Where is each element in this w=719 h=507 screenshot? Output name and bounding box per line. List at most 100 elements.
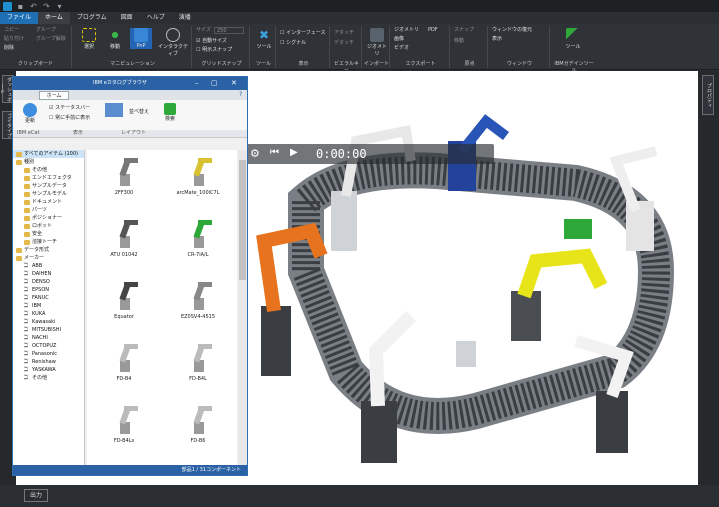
catalog-item[interactable]: EZ0SV4-4515 [163,276,233,336]
vertical-scrollbar[interactable] [238,150,247,465]
settings-icon[interactable]: ⚙ [250,147,260,160]
tree-item[interactable]: サンプルモデル [13,190,84,198]
attach-button[interactable]: アタッチ [334,30,354,37]
tree-item[interactable]: その他 [13,166,84,174]
export-video-button[interactable]: ビデオ [394,45,409,52]
browser-title: IBM eカタログブラウザ [93,80,147,86]
catalog-item[interactable]: FD-B4L [163,338,233,398]
tree-item[interactable]: すべてのアイテム (100) [13,150,84,158]
origin-snap-button[interactable]: スナップ [454,27,474,34]
tree-item[interactable]: 溶接トーチ [13,238,84,246]
tree-item[interactable]: ℶ ABB [13,262,84,270]
menu-drawing[interactable]: 図面 [114,12,140,24]
tree-item[interactable]: サンプルデータ [13,182,84,190]
import-geometry-button[interactable]: ジオメトリ [366,28,388,57]
auto-size-checkbox[interactable]: ☑ 自動サイズ [196,38,227,45]
help-icon[interactable]: ? [239,91,242,98]
show-window-button[interactable]: 表示 [492,36,502,43]
tree-item[interactable]: ドキュメント [13,198,84,206]
pnp-button[interactable]: PnP [130,28,152,49]
tree-item[interactable]: ℶ FANUC [13,294,84,302]
menu-program[interactable]: プログラム [70,12,114,24]
catalog-item[interactable]: ATU 01042 [89,214,159,274]
catalog-item[interactable]: arcMate_100iC7L [163,152,233,212]
explicit-snap-checkbox[interactable]: ☐ 明示スナップ [196,47,232,54]
paste-button[interactable]: 貼り付け [4,36,24,43]
tree-item[interactable]: ℶ NACHI [13,334,84,342]
output-button[interactable]: 出力 [24,489,48,502]
redo-icon[interactable]: ↷ [42,2,51,11]
signal-checkbox[interactable]: ☐ シグナル [280,40,306,47]
menu-file[interactable]: ファイル [0,12,39,24]
tool-button[interactable]: ✖ ツール [253,28,275,50]
tree-item[interactable]: ℶ DAIHEN [13,270,84,278]
tree-item[interactable]: パーツ [13,206,84,214]
save-icon[interactable]: ▪ [16,2,25,11]
maximize-icon[interactable]: ▢ [211,77,218,90]
browser-title-bar[interactable]: IBM eカタログブラウザ – ▢ ✕ [13,77,247,90]
export-geometry-button[interactable]: ジオメトリ [394,27,419,34]
tree-item-label: Kawasaki [32,319,56,325]
catalog-item[interactable]: FD-B6 [163,400,233,460]
group-button[interactable]: グループ [36,27,56,34]
interactive-button[interactable]: インタラクティブ [156,28,190,57]
tab-properties[interactable]: プロパティ [702,75,714,115]
always-front-checkbox[interactable]: ☐ 常に手前に表示 [49,114,90,121]
interface-checkbox[interactable]: ☐ インターフェース [280,30,326,37]
catalog-item[interactable]: 2FF300 [89,152,159,212]
menu-home[interactable]: ホーム [38,12,70,24]
move-button[interactable]: 移動 [104,28,126,50]
update-button[interactable]: 更新 [19,103,41,124]
export-pdf-button[interactable]: PDF [428,27,438,34]
ungroup-button[interactable]: グループ解除 [36,36,66,43]
statusbar-checkbox[interactable]: ☑ ステータスバー [49,104,90,111]
search-button[interactable]: 検索 [159,103,181,122]
catalog-item[interactable]: Equator [89,276,159,336]
tree-item[interactable]: ℶ OCTOPUZ [13,342,84,350]
tree-item[interactable]: エンドエフェクタ [13,174,84,182]
tree-item[interactable]: ロボット [13,222,84,230]
tree-item[interactable]: ℶ KUKA [13,310,84,318]
skip-back-icon[interactable]: ⏮ [270,147,279,158]
copy-button[interactable]: コピー [4,27,19,34]
tree-item[interactable]: ポジショナー [13,214,84,222]
catalog-item[interactable]: CR-7iA/L [163,214,233,274]
select-button[interactable]: 選択 [78,28,100,50]
tree-item[interactable]: 種別 [13,158,84,166]
tree-item[interactable]: メーカー [13,254,84,262]
delete-button[interactable]: 削除 [4,45,14,52]
sort-button[interactable]: 並べ替え [129,108,149,115]
tree-item[interactable]: ℶ IBM [13,302,84,310]
size-input[interactable]: 250 [214,27,244,34]
close-icon[interactable]: ✕ [231,77,237,90]
catalog-item[interactable]: FD-B4Ls [89,400,159,460]
tree-item[interactable]: ℶ EPSON [13,286,84,294]
tree-item[interactable]: ℶ Renishaw [13,358,84,366]
tree-item[interactable]: ℶ MITSUBISHI [13,326,84,334]
tree-item[interactable]: ℶ Kawasaki [13,318,84,326]
tree-item[interactable]: ℶ その他 [13,374,84,382]
group-label-ibm: IBM eCat [17,130,40,136]
play-icon[interactable]: ▶ [290,147,298,158]
scroll-thumb[interactable] [239,160,246,280]
pnp-icon [134,28,148,42]
tree-item[interactable]: ℶ Panasonic [13,350,84,358]
customize-icon[interactable]: ▾ [55,2,64,11]
undo-icon[interactable]: ↶ [29,2,38,11]
tree-item[interactable]: 安全 [13,230,84,238]
tree-item[interactable]: ℶ YASKAWA [13,366,84,374]
catalog-item[interactable]: FD-B4 [89,338,159,398]
ibm-tool-button[interactable]: ツール [562,28,584,50]
tab-home[interactable]: ホーム [39,91,69,100]
menu-extra[interactable]: 演播 [172,12,198,24]
detach-button[interactable]: デタッチ [334,40,354,47]
tree-item[interactable]: ℶ DENSO [13,278,84,286]
origin-move-button[interactable]: 移動 [454,38,464,45]
tree-item[interactable]: データ形式 [13,246,84,254]
minimize-icon[interactable]: – [195,77,199,90]
export-image-button[interactable]: 画像 [394,36,404,43]
view-mode-icon[interactable] [105,103,123,117]
catalog-item-thumbnail [180,156,216,188]
menu-help[interactable]: ヘルプ [140,12,172,24]
restore-window-button[interactable]: ウィンドウの復元 [492,27,532,34]
